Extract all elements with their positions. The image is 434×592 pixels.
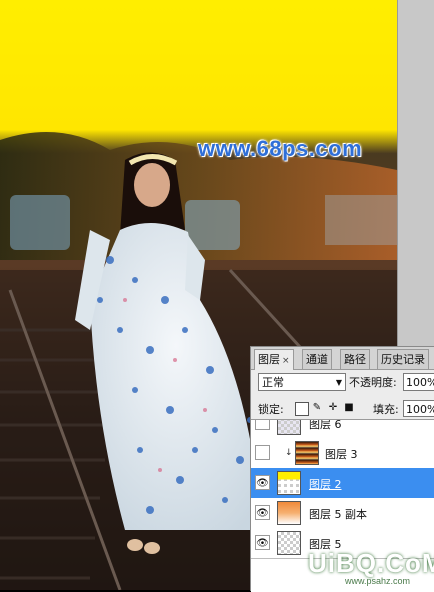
site-watermark: www.68ps.com [198, 136, 363, 161]
tab-layers[interactable]: 图层 × [254, 349, 294, 370]
layer-name: 图层 5 副本 [309, 508, 367, 521]
layer-row[interactable]: ↓ 图层 3 [251, 438, 434, 469]
tab-channels-label: 通道 [306, 353, 328, 366]
visibility-toggle[interactable] [255, 420, 270, 430]
brand-watermark: UiBQ.CoM [308, 548, 434, 578]
layer-thumbnail [277, 501, 301, 525]
move-icon[interactable]: ✛ [327, 402, 339, 414]
tab-paths[interactable]: 路径 [340, 349, 370, 369]
visibility-toggle[interactable] [255, 445, 270, 460]
lock-icon[interactable]: ■ [343, 402, 355, 414]
tab-paths-label: 路径 [344, 353, 366, 366]
sub-watermark: www.psahz.com [345, 576, 411, 586]
blend-mode-value: 正常 [262, 376, 284, 389]
clip-arrow-icon: ↓ [285, 448, 293, 458]
eye-icon[interactable]: 👁 [255, 475, 270, 490]
lock-transparent-icon[interactable] [295, 402, 309, 416]
close-icon[interactable]: × [282, 356, 290, 366]
layer-row[interactable]: 👁 图层 5 副本 [251, 498, 434, 529]
tab-history[interactable]: 历史记录 [377, 349, 429, 369]
tab-layers-label: 图层 [258, 353, 280, 366]
layer-row[interactable]: 👁 图层 2 [251, 468, 434, 499]
lock-row: 锁定: ✎ ✛ ■ 填充: 100% [255, 399, 434, 419]
layer-name: 图层 3 [325, 448, 358, 461]
fill-field[interactable]: 100% [403, 400, 434, 417]
layer-thumbnail [277, 531, 301, 555]
layer-thumbnail [277, 471, 301, 495]
opacity-field[interactable]: 100% [403, 373, 434, 391]
layer-name: 图层 6 [309, 419, 342, 431]
brush-icon[interactable]: ✎ [311, 402, 323, 414]
eye-icon[interactable]: 👁 [255, 535, 270, 550]
fill-label: 填充: [373, 403, 399, 416]
lock-label: 锁定: [258, 403, 284, 416]
canvas-scroll-area[interactable] [397, 0, 434, 350]
chevron-down-icon: ▼ [335, 378, 342, 387]
blend-row: 正常 ▼ 不透明度: 100% [255, 373, 434, 393]
layer-thumbnail [295, 441, 319, 465]
layer-name: 图层 2 [309, 478, 342, 491]
panel-tabs: 图层 × 通道 路径 历史记录 [251, 347, 434, 370]
eye-icon[interactable]: 👁 [255, 505, 270, 520]
layer-thumbnail [277, 420, 301, 435]
layer-row[interactable]: 图层 6 [251, 419, 434, 439]
tab-history-label: 历史记录 [381, 353, 425, 366]
tab-channels[interactable]: 通道 [302, 349, 332, 369]
opacity-label: 不透明度: [349, 376, 397, 389]
blend-mode-select[interactable]: 正常 ▼ [258, 373, 346, 391]
